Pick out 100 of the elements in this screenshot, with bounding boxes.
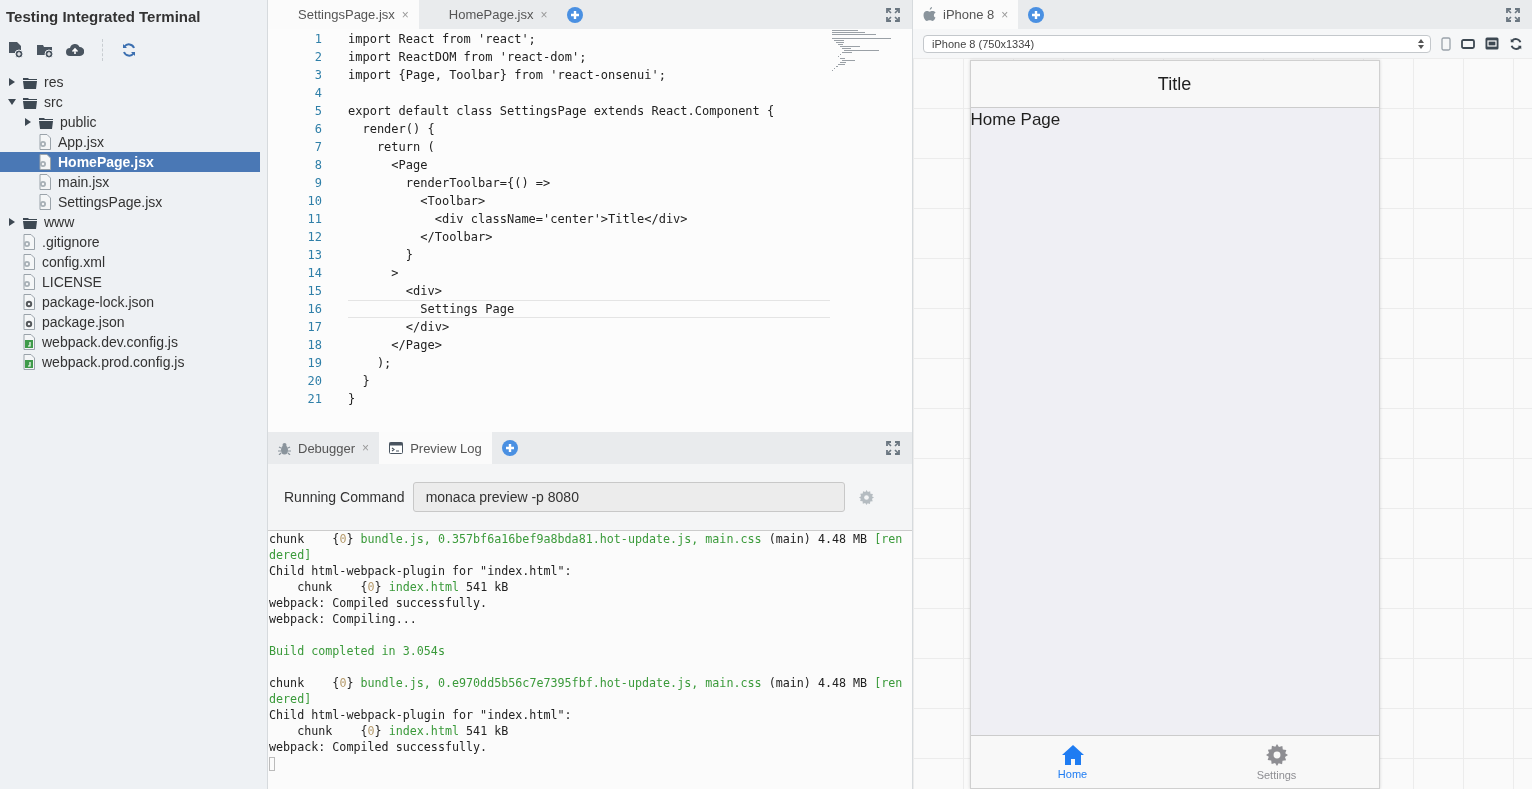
code-line: return ( [375,140,435,154]
panel-tab[interactable]: Debugger × [268,432,380,464]
tree-item[interactable]: App.jsx [0,132,260,152]
code-line: <Toolbar> [419,194,486,208]
line-number: 15 [306,284,323,298]
line-number: 4 [313,86,323,100]
code-line: </div> [404,320,450,334]
code-line: </Page> [390,338,442,352]
code-line: } [348,392,356,406]
code-line: </Toolbar> [419,230,493,244]
line-number: 11 [306,212,323,226]
maximize-icon[interactable] [1506,7,1520,22]
expand-arrow-icon[interactable] [8,218,16,226]
maximize-icon[interactable] [886,441,900,455]
field-label: Running Command [284,489,405,505]
tree-item[interactable]: SettingsPage.jsx [0,192,260,212]
line-number: 5 [313,104,323,118]
log-line: Child html-webpack-plugin for "index.html": [269,563,572,579]
tree-item[interactable]: res [0,72,260,92]
log-line: chunk {0} bundle.js, 0.357bf6a16bef9a8bda81.hot-update.js, main.css (main) 4.48 MB [ren [269,531,903,547]
maximize-icon[interactable] [886,7,900,22]
device-tab[interactable]: iPhone 8 × [913,0,1019,29]
tree-item[interactable]: HomePage.jsx [0,152,260,172]
new-folder-icon[interactable] [36,42,54,58]
add-tab-icon[interactable] [1028,6,1045,23]
log-line: chunk {0} index.html 541 kB [296,579,509,595]
code-line: > [390,266,399,280]
project-title: Testing Integrated Terminal [5,7,201,25]
tree-item[interactable]: webpack.prod.config.js [0,352,260,372]
expand-arrow-icon[interactable] [8,78,16,86]
log-line: Build completed in 3.054s [269,643,445,659]
line-number: 3 [313,68,323,82]
refresh-icon[interactable] [121,42,137,58]
add-tab-icon[interactable] [501,440,518,456]
line-number: 9 [313,176,323,190]
log-line: webpack: Compiled successfully. [269,739,488,755]
document-icon [22,274,36,290]
tree-item[interactable]: .gitignore [0,232,260,252]
add-tab-icon[interactable] [567,6,584,23]
tree-item[interactable]: webpack.dev.config.js [0,332,260,352]
command-field[interactable]: monaca preview -p 8080 [412,482,845,512]
collapse-arrow-icon[interactable] [8,98,16,106]
screen-icon[interactable] [1485,37,1499,50]
line-number: 21 [306,392,323,406]
line-number: 6 [313,122,323,136]
dropdown-arrows-icon [1418,38,1424,49]
code-line: <div> [404,284,442,298]
folder-icon [22,95,38,109]
app-toolbar-title: Title [970,61,1379,108]
document-icon [22,234,36,250]
upload-icon[interactable] [66,43,84,57]
code-line: import ReactDOM from 'react-dom'; [348,50,587,64]
code-line: <Page [390,158,428,172]
app-tab[interactable]: Home [970,736,1175,788]
home-icon [1061,744,1084,765]
landscape-icon[interactable] [1461,38,1475,49]
folder-icon [38,115,54,129]
text-cursor [269,757,275,771]
editor-tab[interactable]: HomePage.jsx × [418,0,558,29]
editor-tab[interactable]: SettingsPage.jsx × [268,0,419,29]
line-number: 8 [313,158,323,172]
line-number: 12 [306,230,323,244]
log-line: dered] [269,691,312,707]
refresh-icon[interactable] [1509,36,1523,51]
tree-item[interactable]: package-lock.json [0,292,260,312]
line-number: 10 [306,194,323,208]
tree-item[interactable]: package.json [0,312,260,332]
tree-item[interactable]: config.xml [0,252,260,272]
code-line: ); [375,356,392,370]
log-line: chunk {0} bundle.js, 0.e970dd5b56c7e7395fbf.hot-update.js, main.css (main) 4.48 MB [ren [269,675,903,691]
code-line: renderToolbar={() => [404,176,551,190]
tree-item[interactable]: public [0,112,260,132]
code-line: } [361,374,370,388]
document-icon [38,134,52,150]
tree-item[interactable]: www [0,212,260,232]
page-text: Home Page [970,109,1061,130]
folder-icon [22,75,38,89]
panel-tab[interactable]: Preview Log [379,432,492,464]
new-file-icon[interactable] [8,41,24,59]
package-icon [22,314,36,330]
log-line: chunk {0} index.html 541 kB [296,723,509,739]
expand-arrow-icon[interactable] [24,118,32,126]
log-line: webpack: Compiling... [269,611,417,627]
log-line: webpack: Compiled successfully. [269,595,488,611]
line-number: 14 [306,266,323,280]
document-icon [38,174,52,190]
tree-item[interactable]: main.jsx [0,172,260,192]
folder-icon [22,215,38,229]
line-number: 20 [306,374,323,388]
device-dropdown[interactable]: iPhone 8 (750x1334) [923,34,1431,53]
line-number: 2 [313,50,323,64]
code-line: <div className='center'>Title</div> [433,212,688,226]
tree-item[interactable]: src [0,92,260,112]
js-file-icon [22,354,36,370]
package-icon [22,294,36,310]
tree-item[interactable]: LICENSE [0,272,260,292]
line-number: 19 [306,356,323,370]
settings-icon [1265,743,1288,766]
line-number: 7 [313,140,323,154]
document-icon [38,194,52,210]
